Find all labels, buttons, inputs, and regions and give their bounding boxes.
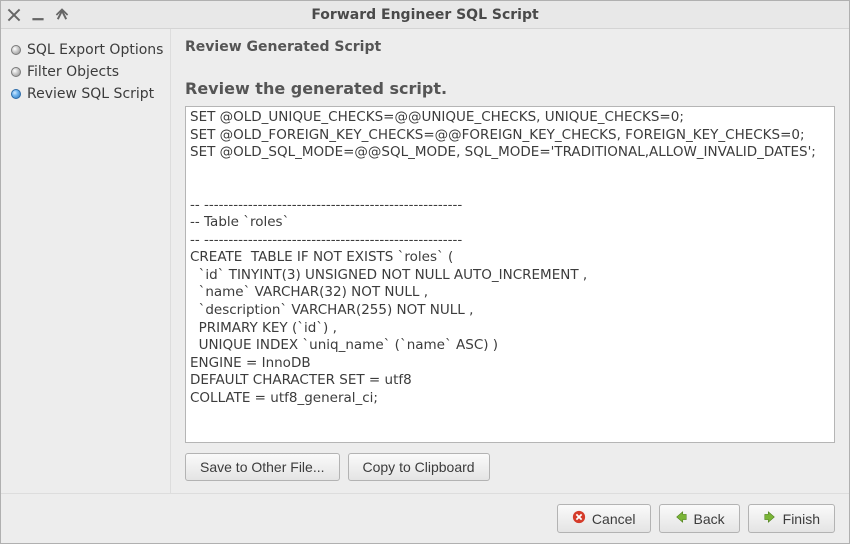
close-icon[interactable] [7,8,21,22]
copy-to-clipboard-button[interactable]: Copy to Clipboard [348,453,490,481]
minimize-icon[interactable] [31,8,45,22]
sidebar-step-export-options[interactable]: SQL Export Options [11,39,164,61]
sidebar-step-label: SQL Export Options [27,42,163,58]
titlebar: Forward Engineer SQL Script [1,1,849,29]
script-actions: Save to Other File... Copy to Clipboard [185,443,835,489]
section-heading: Review Generated Script [185,39,835,55]
step-bullet-icon [11,67,21,77]
maximize-icon[interactable] [55,8,69,22]
dialog-window: Forward Engineer SQL Script SQL Export O… [0,0,850,544]
button-label: Copy to Clipboard [363,459,475,475]
cancel-button[interactable]: Cancel [557,504,651,533]
arrow-left-icon [674,510,688,527]
save-to-file-button[interactable]: Save to Other File... [185,453,340,481]
finish-button[interactable]: Finish [748,504,835,533]
dialog-footer: Cancel Back Finish [1,493,849,543]
sql-script-textarea[interactable]: SET @OLD_UNIQUE_CHECKS=@@UNIQUE_CHECKS, … [185,106,835,443]
cancel-icon [572,510,586,527]
sidebar-step-label: Filter Objects [27,64,119,80]
window-title: Forward Engineer SQL Script [1,7,849,23]
window-controls [7,8,69,22]
button-label: Cancel [592,511,636,527]
sidebar-step-label: Review SQL Script [27,86,154,102]
button-label: Finish [783,511,820,527]
arrow-right-icon [763,510,777,527]
step-bullet-active-icon [11,89,21,99]
content-pane: Review Generated Script Review the gener… [171,29,849,493]
section-subheading: Review the generated script. [185,79,835,98]
button-label: Save to Other File... [200,459,325,475]
back-button[interactable]: Back [659,504,740,533]
main-area: SQL Export Options Filter Objects Review… [1,29,849,493]
sidebar-step-review-script[interactable]: Review SQL Script [11,83,164,105]
dialog-body: SQL Export Options Filter Objects Review… [1,29,849,543]
step-bullet-icon [11,45,21,55]
wizard-sidebar: SQL Export Options Filter Objects Review… [1,29,171,493]
button-label: Back [694,511,725,527]
sidebar-step-filter-objects[interactable]: Filter Objects [11,61,164,83]
